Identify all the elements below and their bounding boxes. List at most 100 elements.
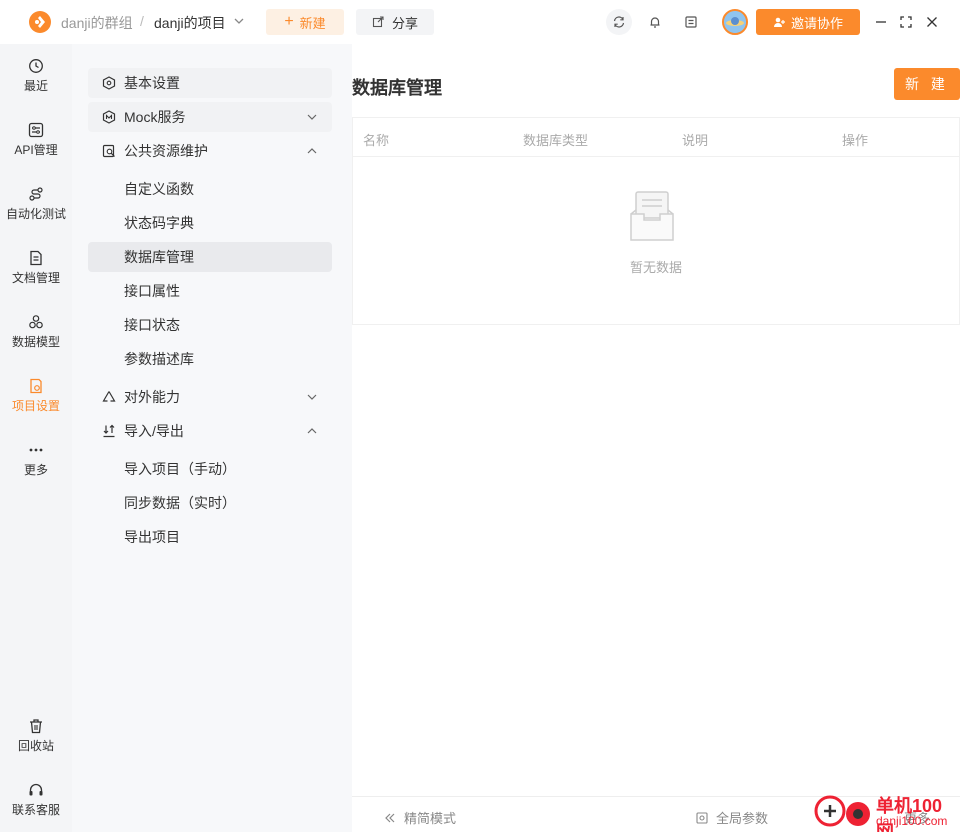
nav-sub-label: 导入项目（手动）: [124, 461, 236, 477]
rail-item-label: 联系客服: [11, 803, 60, 817]
rail-item-label: 最近: [23, 79, 48, 93]
nav-sub-custom-functions[interactable]: 自定义函数: [88, 174, 332, 204]
rail-item-more[interactable]: 更多: [0, 432, 72, 488]
hexagon-icon: [102, 76, 116, 90]
nav-sub-status-codes[interactable]: 状态码字典: [88, 208, 332, 238]
nav-item-label: 基本设置: [124, 75, 180, 91]
rail-item-recycle-bin[interactable]: 回收站: [0, 708, 72, 764]
page-title: 数据库管理: [352, 78, 442, 98]
nav-sub-export-project[interactable]: 导出项目: [88, 522, 332, 552]
rail-item-recent[interactable]: 最近: [0, 48, 72, 104]
nav-item-import-export[interactable]: 导入/导出: [88, 416, 332, 446]
nav-item-mock[interactable]: Mock服务: [88, 102, 332, 132]
sliders-icon: [28, 122, 44, 138]
rail-item-data-model[interactable]: 数据模型: [0, 304, 72, 360]
nav-item-basic-settings[interactable]: 基本设置: [88, 68, 332, 98]
rail-item-label: 项目设置: [11, 399, 60, 413]
mock-icon: [102, 110, 116, 124]
simple-mode-button[interactable]: 精简模式: [384, 808, 456, 827]
global-params-button[interactable]: 全局参数: [696, 808, 768, 827]
empty-text: 暂无数据: [629, 260, 682, 275]
table-header: 名称 数据库类型 说明 操作: [353, 118, 959, 157]
close-icon[interactable]: [923, 13, 941, 31]
nav-item-public-resources[interactable]: 公共资源维护: [88, 136, 332, 166]
rail-item-label: API管理: [14, 143, 58, 157]
global-params-label: 全局参数: [716, 811, 769, 826]
create-button[interactable]: 新 建: [894, 68, 960, 100]
chevron-down-icon: [307, 114, 317, 120]
bell-icon[interactable]: [642, 9, 668, 35]
column-header-actions: 操作: [842, 133, 869, 148]
nav-sub-param-descriptions[interactable]: 参数描述库: [88, 344, 332, 374]
flow-icon: [29, 187, 43, 201]
resource-search-icon: [102, 144, 115, 158]
chevron-up-icon: [307, 428, 317, 434]
nav-sub-import-manual[interactable]: 导入项目（手动）: [88, 454, 332, 484]
headset-icon: [29, 783, 43, 796]
rail-item-project-settings[interactable]: 项目设置: [0, 368, 72, 424]
chevron-down-icon[interactable]: [233, 15, 245, 27]
breadcrumb-project[interactable]: danji的项目: [154, 13, 226, 33]
main-content: 数据库管理 新 建 名称 数据库类型 说明 操作 暂无数据: [352, 44, 960, 832]
column-header-name: 名称: [363, 133, 390, 148]
share-button[interactable]: 分享: [356, 9, 434, 35]
nav-sub-database-management[interactable]: 数据库管理: [88, 242, 332, 272]
nav-sub-label: 接口属性: [124, 283, 180, 299]
rail-item-label: 自动化测试: [5, 207, 66, 221]
user-add-icon: [773, 17, 785, 27]
nav-sub-label: 参数描述库: [124, 351, 194, 367]
rail-item-label: 更多: [23, 463, 48, 477]
database-table: 名称 数据库类型 说明 操作 暂无数据: [352, 117, 960, 325]
breadcrumb-group[interactable]: danji的群组: [61, 13, 133, 33]
invite-button[interactable]: 邀请协作: [756, 9, 860, 35]
nav-sub-label: 导出项目: [124, 529, 180, 545]
rail-item-automation[interactable]: 自动化测试: [0, 176, 72, 232]
breadcrumb-separator: /: [140, 13, 144, 29]
nav-item-external-capabilities[interactable]: 对外能力: [88, 382, 332, 412]
sync-icon[interactable]: [606, 9, 632, 35]
cubes-icon: [29, 315, 43, 329]
invite-button-label: 邀请协作: [790, 15, 843, 31]
nav-item-label: 对外能力: [124, 389, 180, 405]
import-export-icon: [103, 424, 115, 438]
plus-icon: +: [284, 13, 294, 30]
trash-icon: [30, 719, 42, 734]
top-bar: danji的群组 / danji的项目 + 新建 分享 邀请协作: [0, 0, 960, 44]
nav-sub-interface-status[interactable]: 接口状态: [88, 310, 332, 340]
share-icon: [372, 16, 384, 28]
column-header-db-type: 数据库类型: [523, 133, 589, 148]
minimize-icon[interactable]: [872, 13, 890, 31]
recycle-icon: [102, 391, 116, 402]
rail-item-docs[interactable]: 文档管理: [0, 240, 72, 296]
rail-item-label: 回收站: [17, 739, 54, 753]
new-button[interactable]: + 新建: [266, 9, 344, 35]
more-dots-icon: [29, 448, 43, 452]
nav-sub-sync-realtime[interactable]: 同步数据（实时）: [88, 488, 332, 518]
chevron-up-icon: [307, 148, 317, 154]
avatar[interactable]: [722, 9, 748, 35]
nav-item-label: 公共资源维护: [124, 143, 208, 159]
simple-mode-label: 精简模式: [404, 811, 457, 826]
column-header-description: 说明: [682, 133, 709, 148]
document-icon[interactable]: [678, 9, 704, 35]
maximize-icon[interactable]: [897, 13, 915, 31]
empty-state: 暂无数据: [353, 157, 959, 324]
history-icon: [29, 59, 43, 73]
app-logo-icon: [29, 11, 51, 33]
settings-nav: 基本设置 Mock服务 公共资源维护 自定义函数 状态码字典 数据库管理 接口属…: [72, 44, 352, 832]
file-icon: [30, 250, 42, 266]
nav-sub-label: 状态码字典: [124, 215, 194, 231]
nav-sub-label: 接口状态: [124, 317, 180, 333]
rail-item-label: 文档管理: [11, 271, 60, 285]
rail-item-support[interactable]: 联系客服: [0, 772, 72, 828]
chevron-down-icon: [307, 394, 317, 400]
empty-box-icon: [630, 191, 674, 241]
rail-item-api[interactable]: API管理: [0, 112, 72, 168]
watermark-url: danji100.com: [876, 814, 948, 828]
share-button-label: 分享: [391, 15, 418, 31]
rail-item-label: 数据模型: [11, 335, 60, 349]
settings-doc-icon: [30, 378, 42, 394]
nav-sub-interface-attributes[interactable]: 接口属性: [88, 276, 332, 306]
new-button-label: 新建: [299, 15, 326, 31]
double-chevron-left-icon: [385, 813, 395, 822]
